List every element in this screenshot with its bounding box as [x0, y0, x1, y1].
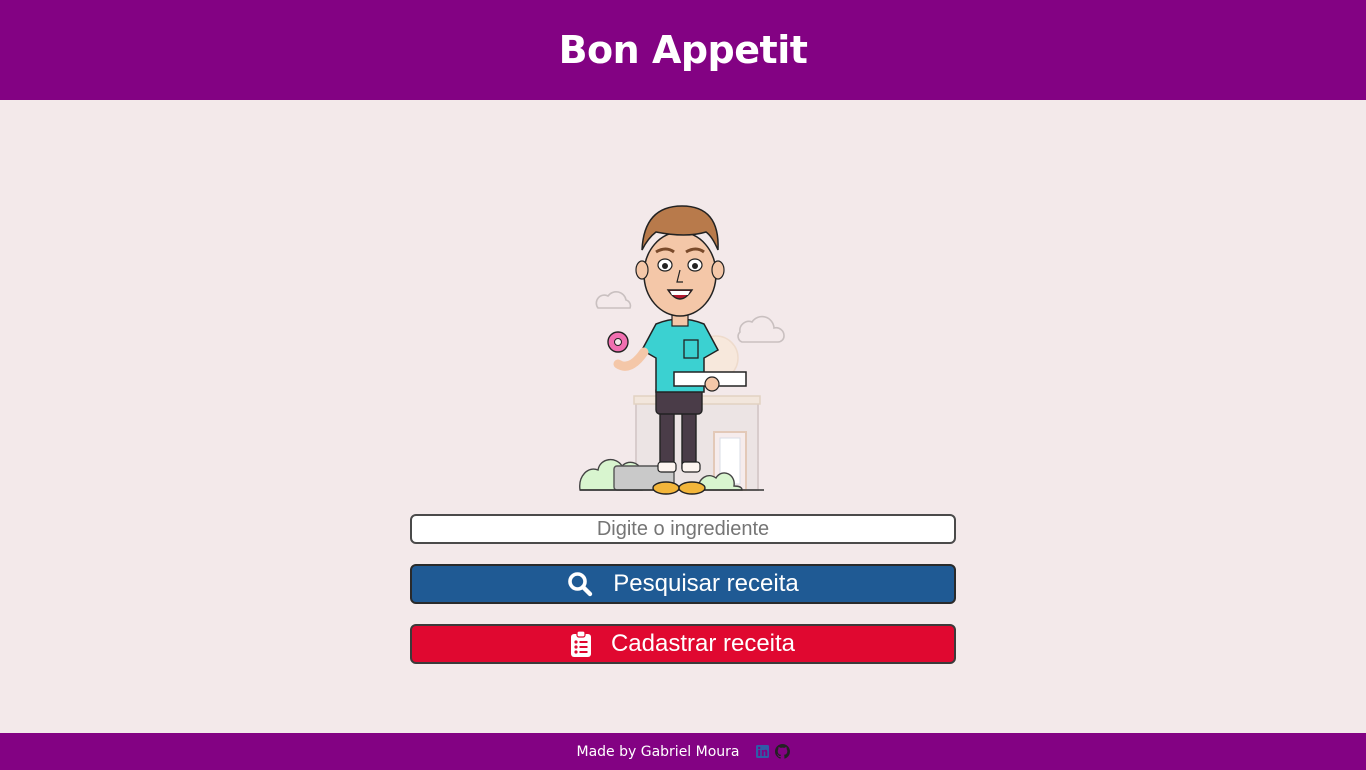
chef-illustration [579, 205, 785, 495]
linkedin-icon[interactable] [755, 745, 769, 758]
app-title: Bon Appetit [558, 28, 808, 72]
ingredient-search-input[interactable] [410, 514, 956, 544]
search-icon [567, 571, 593, 597]
footer-credit: Made by Gabriel Moura [576, 743, 740, 760]
github-icon[interactable] [774, 744, 790, 759]
app-footer: Made by Gabriel Moura [0, 733, 1366, 770]
search-recipe-label: Pesquisar receita [613, 570, 799, 597]
clipboard-list-icon [570, 631, 591, 657]
register-recipe-button[interactable]: Cadastrar receita [410, 624, 956, 664]
register-recipe-label: Cadastrar receita [610, 630, 796, 657]
app-header: Bon Appetit [0, 0, 1366, 100]
social-links [750, 744, 790, 759]
search-recipe-button[interactable]: Pesquisar receita [410, 564, 956, 604]
